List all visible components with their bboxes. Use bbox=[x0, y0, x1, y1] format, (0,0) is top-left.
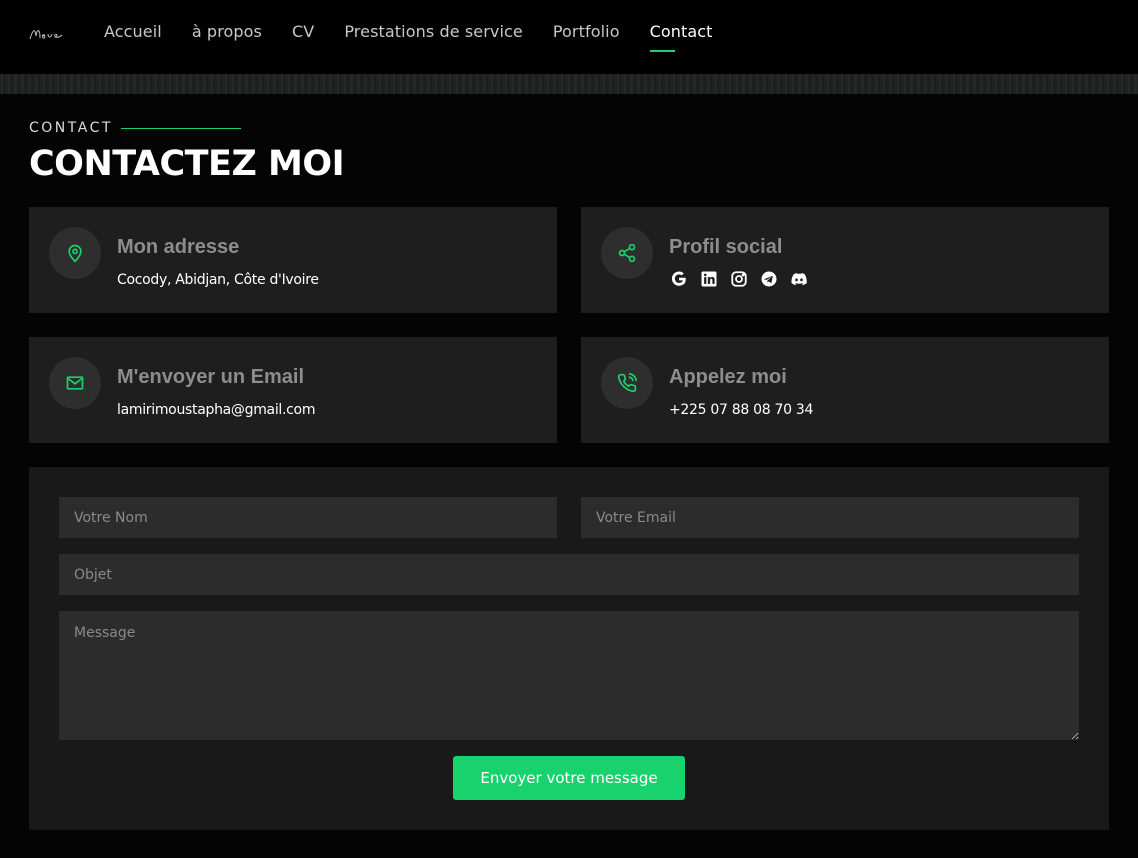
phone-call-icon bbox=[601, 357, 653, 409]
message-textarea[interactable] bbox=[59, 611, 1079, 740]
name-input[interactable] bbox=[59, 497, 557, 538]
site-header: Accueil à propos CV Prestations de servi… bbox=[0, 0, 1138, 74]
map-pin-icon bbox=[49, 227, 101, 279]
page-title: CONTACTEZ MOI bbox=[29, 144, 345, 184]
header-texture-strip bbox=[0, 74, 1138, 94]
email-card: M'envoyer un Email lamirimoustapha@gmail… bbox=[29, 337, 557, 443]
phone-title: Appelez moi bbox=[669, 366, 787, 388]
address-text: Cocody, Abidjan, Côte d'Ivoire bbox=[117, 272, 319, 288]
google-icon[interactable] bbox=[669, 269, 689, 289]
nav-item-portfolio[interactable]: Portfolio bbox=[553, 22, 620, 49]
nav-item-accueil[interactable]: Accueil bbox=[104, 22, 162, 49]
share-icon bbox=[601, 227, 653, 279]
linkedin-icon[interactable] bbox=[699, 269, 719, 289]
subject-input[interactable] bbox=[59, 554, 1079, 595]
email-title: M'envoyer un Email bbox=[117, 366, 305, 388]
envelope-icon bbox=[49, 357, 101, 409]
address-title: Mon adresse bbox=[117, 236, 240, 258]
nav-item-contact[interactable]: Contact bbox=[649, 22, 713, 52]
email-text[interactable]: lamirimoustapha@gmail.com bbox=[117, 402, 315, 418]
telegram-icon[interactable] bbox=[759, 269, 779, 289]
social-card: Profil social bbox=[581, 207, 1109, 313]
nav-item-a-propos[interactable]: à propos bbox=[192, 22, 262, 49]
email-input[interactable] bbox=[581, 497, 1079, 538]
section-label: CONTACT bbox=[29, 120, 113, 136]
social-title: Profil social bbox=[669, 236, 783, 258]
address-card: Mon adresse Cocody, Abidjan, Côte d'Ivoi… bbox=[29, 207, 557, 313]
instagram-icon[interactable] bbox=[729, 269, 749, 289]
contact-form: Envoyer votre message bbox=[29, 467, 1109, 830]
discord-icon[interactable] bbox=[789, 269, 809, 289]
nav-item-prestations[interactable]: Prestations de service bbox=[344, 22, 523, 49]
social-links bbox=[669, 269, 809, 289]
main-nav: Accueil à propos CV Prestations de servi… bbox=[104, 22, 743, 52]
submit-button[interactable]: Envoyer votre message bbox=[453, 756, 685, 800]
phone-text[interactable]: +225 07 88 08 70 34 bbox=[669, 402, 813, 418]
section-label-underline bbox=[121, 128, 241, 129]
logo[interactable] bbox=[28, 24, 68, 44]
phone-card: Appelez moi +225 07 88 08 70 34 bbox=[581, 337, 1109, 443]
nav-item-cv[interactable]: CV bbox=[292, 22, 314, 49]
